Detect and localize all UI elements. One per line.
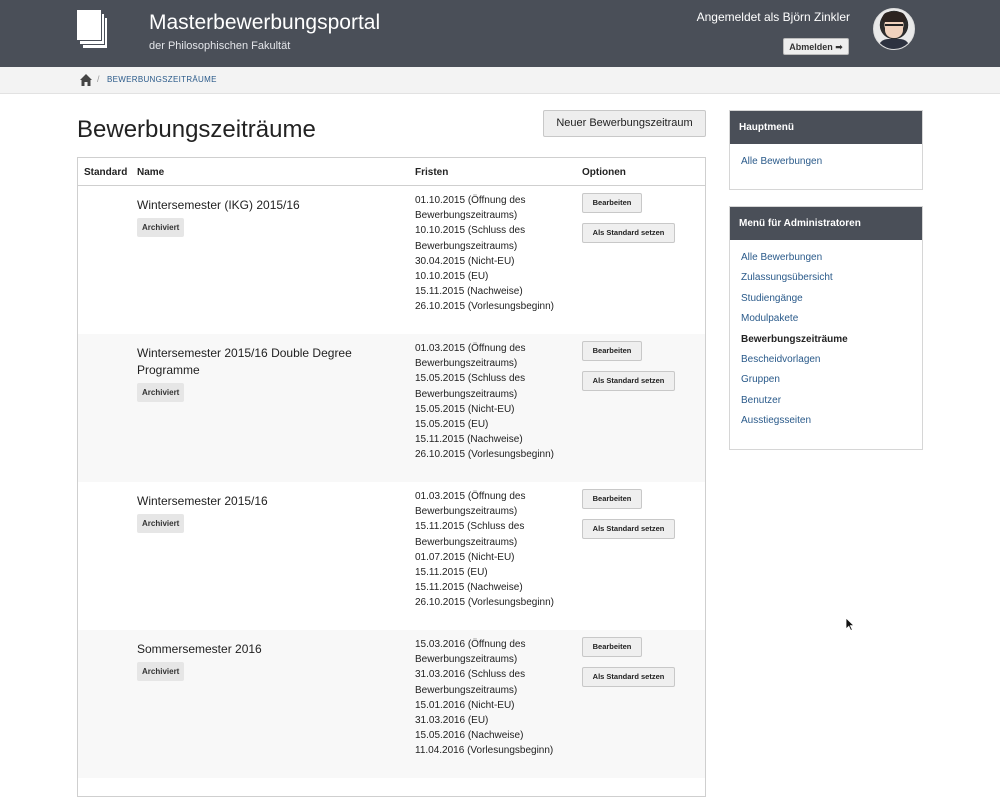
login-status: Angemeldet als Björn Zinkler	[696, 10, 850, 24]
deadline-line: 26.10.2015 (Vorlesungsbeginn)	[415, 597, 554, 609]
period-name-text: Wintersemester 2015/16	[137, 494, 268, 508]
deadline-line: 15.03.2016 (Öffnung des	[415, 639, 526, 650]
table-header: Standard Name Fristen Optionen	[78, 158, 705, 186]
edit-button[interactable]: Bearbeiten	[582, 341, 642, 361]
deadline-line: 15.01.2016 (Nicht-EU)	[415, 699, 515, 711]
admin-menu-item-users[interactable]: Benutzer	[741, 391, 911, 411]
deadlines-list: 01.10.2015 (Öffnung des Bewerbungszeitra…	[415, 193, 565, 315]
deadline-line: 26.10.2015 (Vorlesungsbeginn)	[415, 449, 554, 461]
home-icon[interactable]	[79, 73, 93, 87]
table-row: Wintersemester 2015/16 Double Degree Pro…	[78, 334, 705, 482]
period-name-text: Sommersemester 2016	[137, 642, 262, 656]
period-name: Sommersemester 2016 Archiviert	[137, 641, 377, 681]
deadline-line: 10.10.2015 (Schluss des	[415, 225, 526, 237]
admin-menu-panel: Menü für Administratoren Alle Bewerbunge…	[729, 206, 923, 450]
deadline-line: 15.05.2015 (Schluss des	[415, 373, 526, 385]
admin-menu-item-application-periods[interactable]: Bewerbungszeiträume	[741, 330, 911, 350]
admin-menu-title: Menü für Administratoren	[730, 207, 922, 240]
set-default-button[interactable]: Als Standard setzen	[582, 371, 675, 391]
deadline-line: 15.11.2015 (Nachweise)	[415, 286, 523, 298]
deadline-line: 01.07.2015 (Nicht-EU)	[415, 551, 515, 563]
set-default-button[interactable]: Als Standard setzen	[582, 223, 675, 243]
period-name-text: Wintersemester 2015/16 Double Degree Pro…	[137, 346, 352, 377]
menu-item-all-applications[interactable]: Alle Bewerbungen	[741, 152, 911, 172]
top-header: Masterbewerbungsportal der Philosophisch…	[0, 0, 1000, 67]
main-menu-title: Hauptmenü	[730, 111, 922, 144]
deadline-line: 15.11.2015 (Schluss des	[415, 521, 525, 533]
deadline-line: Bewerbungszeitraums)	[415, 210, 518, 222]
deadline-line: 10.10.2015 (EU)	[415, 271, 489, 283]
period-name-text: Wintersemester (IKG) 2015/16	[137, 198, 300, 212]
main-menu-panel: Hauptmenü Alle Bewerbungen	[729, 110, 923, 190]
edit-button[interactable]: Bearbeiten	[582, 489, 642, 509]
table-row: Wintersemester 2015/16 Archiviert 01.03.…	[78, 482, 705, 630]
table-row: Wintersemester (IKG) 2015/16 Archiviert …	[78, 186, 705, 334]
admin-menu-item-module-packages[interactable]: Modulpakete	[741, 309, 911, 329]
column-header-options: Optionen	[582, 167, 626, 178]
deadline-line: Bewerbungszeitraums)	[415, 240, 518, 252]
deadline-line: Bewerbungszeitraums)	[415, 506, 518, 518]
deadlines-list: 01.03.2015 (Öffnung des Bewerbungszeitra…	[415, 341, 565, 463]
column-header-standard: Standard	[84, 167, 128, 178]
breadcrumb-separator: /	[97, 74, 100, 84]
deadline-line: 01.10.2015 (Öffnung des	[415, 195, 526, 206]
main-menu-body: Alle Bewerbungen	[730, 144, 922, 182]
breadcrumb: / BEWERBUNGSZEITRÄUME	[0, 67, 1000, 94]
portal-logo-icon[interactable]	[76, 9, 108, 49]
column-header-name: Name	[137, 167, 165, 178]
deadlines-list: 15.03.2016 (Öffnung des Bewerbungszeitra…	[415, 637, 565, 759]
deadline-line: 30.04.2015 (Nicht-EU)	[415, 255, 515, 267]
mouse-cursor-icon	[845, 617, 855, 631]
period-name: Wintersemester 2015/16 Double Degree Pro…	[137, 345, 377, 402]
status-badge: Archiviert	[137, 218, 185, 237]
admin-menu-item-admission-overview[interactable]: Zulassungsübersicht	[741, 268, 911, 288]
deadline-line: 15.11.2015 (Nachweise)	[415, 582, 523, 594]
deadline-line: 15.11.2015 (EU)	[415, 567, 488, 579]
admin-menu-item-exit-pages[interactable]: Ausstiegsseiten	[741, 411, 911, 431]
deadline-line: 01.03.2015 (Öffnung des	[415, 491, 526, 502]
edit-button[interactable]: Bearbeiten	[582, 637, 642, 657]
breadcrumb-current[interactable]: BEWERBUNGSZEITRÄUME	[107, 75, 217, 84]
deadline-line: 11.04.2016 (Vorlesungsbeginn)	[415, 745, 554, 757]
app-title[interactable]: Masterbewerbungsportal	[149, 11, 380, 35]
period-name: Wintersemester (IKG) 2015/16 Archiviert	[137, 197, 377, 237]
column-header-deadlines: Fristen	[415, 167, 449, 178]
set-default-button[interactable]: Als Standard setzen	[582, 519, 675, 539]
deadline-line: Bewerbungszeitraums)	[415, 358, 518, 370]
deadline-line: Bewerbungszeitraums)	[415, 654, 518, 666]
admin-menu-item-all-applications[interactable]: Alle Bewerbungen	[741, 248, 911, 268]
status-badge: Archiviert	[137, 514, 185, 533]
logout-button[interactable]: Abmelden ➡	[783, 38, 849, 55]
deadline-line: 15.11.2015 (Nachweise)	[415, 434, 523, 446]
deadlines-list: 01.03.2015 (Öffnung des Bewerbungszeitra…	[415, 489, 565, 611]
deadline-line: 01.03.2015 (Öffnung des	[415, 343, 526, 354]
admin-menu-item-study-programs[interactable]: Studiengänge	[741, 289, 911, 309]
avatar[interactable]	[873, 8, 915, 50]
admin-menu-item-groups[interactable]: Gruppen	[741, 370, 911, 390]
periods-table: Standard Name Fristen Optionen Wintersem…	[77, 157, 706, 797]
app-subtitle: der Philosophischen Fakultät	[149, 40, 291, 52]
status-badge: Archiviert	[137, 662, 185, 681]
deadline-line: Bewerbungszeitraums)	[415, 684, 518, 696]
deadline-line: 15.05.2015 (EU)	[415, 419, 489, 431]
deadline-line: 31.03.2016 (Schluss des	[415, 669, 526, 681]
deadline-line: 15.05.2015 (Nicht-EU)	[415, 403, 515, 415]
status-badge: Archiviert	[137, 383, 185, 402]
admin-menu-item-notice-templates[interactable]: Bescheidvorlagen	[741, 350, 911, 370]
deadline-line: 26.10.2015 (Vorlesungsbeginn)	[415, 301, 554, 313]
period-name: Wintersemester 2015/16 Archiviert	[137, 493, 377, 533]
new-period-button[interactable]: Neuer Bewerbungszeitraum	[543, 110, 706, 137]
deadline-line: 31.03.2016 (EU)	[415, 715, 489, 727]
deadline-line: 15.05.2016 (Nachweise)	[415, 730, 524, 742]
admin-menu-body: Alle Bewerbungen Zulassungsübersicht Stu…	[730, 240, 922, 442]
edit-button[interactable]: Bearbeiten	[582, 193, 642, 213]
set-default-button[interactable]: Als Standard setzen	[582, 667, 675, 687]
table-row: Sommersemester 2016 Archiviert 15.03.201…	[78, 630, 705, 778]
deadline-line: Bewerbungszeitraums)	[415, 536, 518, 548]
page-title: Bewerbungszeiträume	[77, 116, 316, 143]
deadline-line: Bewerbungszeitraums)	[415, 388, 518, 400]
